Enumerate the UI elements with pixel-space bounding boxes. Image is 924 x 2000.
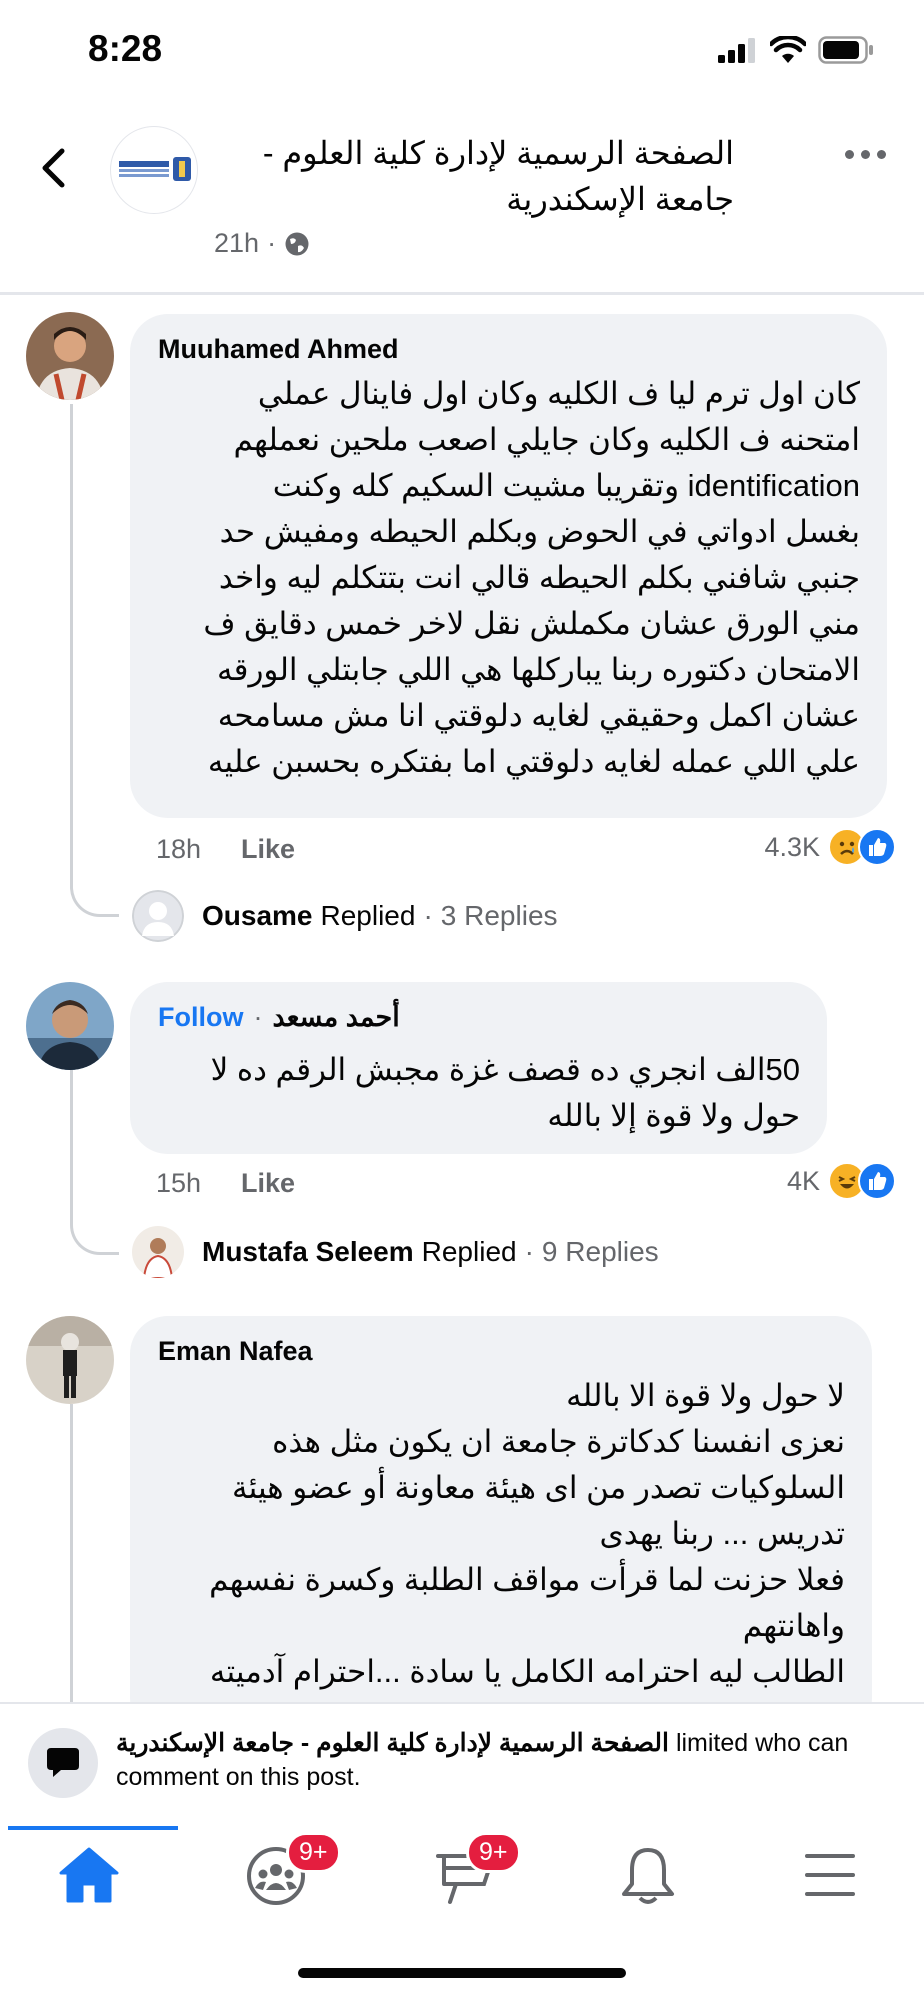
university-logo	[117, 157, 191, 183]
comment-bubble-icon	[28, 1728, 98, 1798]
like-reaction-icon	[858, 828, 896, 866]
post-meta: 21h ·	[214, 228, 310, 259]
home-indicator	[298, 1968, 626, 1978]
thread-curve	[70, 1196, 119, 1255]
reaction-summary[interactable]: 4.3K	[764, 828, 896, 866]
like-label: Like	[241, 1168, 296, 1198]
banner-text: الصفحة الرسمية لإدارة كلية العلوم - جامع…	[116, 1726, 848, 1794]
comment-author[interactable]: Eman Nafea	[158, 1336, 313, 1367]
banner-line-1: الصفحة الرسمية لإدارة كلية العلوم - جامع…	[116, 1726, 848, 1760]
replies-count: 3 Replies	[440, 900, 558, 931]
status-time: 8:28	[88, 28, 163, 69]
bell-icon	[622, 1848, 674, 1904]
dot-separator: ·	[253, 1002, 263, 1032]
follow-button[interactable]: Follow	[158, 1002, 243, 1033]
reaction-count: 4K	[786, 1165, 820, 1196]
replies-link[interactable]: Mustafa Seleem Replied · 9 Replies	[132, 1226, 659, 1278]
back-button[interactable]	[40, 148, 66, 193]
comment-bubble: Follow · أحمد مسعد 50الف انجري ده قصف غز…	[130, 982, 827, 1154]
user-photo	[26, 312, 114, 400]
comment-text: 50الف انجري ده قصف غزة مجبش الرقم ده لا …	[210, 1052, 800, 1133]
replies-link[interactable]: Ousame Replied · 3 Replies	[132, 890, 558, 942]
dot-separator: ·	[524, 1236, 534, 1267]
reaction-count: 4.3K	[764, 831, 820, 862]
comment-time: 18h	[156, 834, 202, 864]
comment-time: 15h	[156, 1168, 202, 1198]
reply-avatar	[132, 890, 184, 942]
page-title[interactable]: الصفحة الرسمية لإدارة كلية العلوم - جامع…	[214, 130, 734, 222]
avatar[interactable]	[26, 982, 114, 1070]
comment-author[interactable]: Muuhamed Ahmed	[158, 334, 399, 365]
comment-bubble: Muuhamed Ahmed كان اول ترم ليا ف الكليه …	[130, 314, 887, 818]
groups-badge: 9+	[286, 1832, 341, 1873]
chevron-left-icon	[42, 148, 65, 188]
reply-author: Mustafa Seleem	[202, 1236, 414, 1267]
reply-avatar	[132, 1226, 184, 1278]
dot-separator: ·	[423, 900, 433, 931]
active-tab-indicator	[8, 1826, 178, 1830]
comment-text: لا حول ولا قوة الا بالله نعزى انفسنا كدك…	[209, 1378, 845, 1689]
signal-icon	[718, 38, 755, 63]
dot-icon	[877, 150, 886, 159]
reply-author: Ousame	[202, 900, 313, 931]
like-button[interactable]: Like	[241, 1168, 295, 1199]
comment-bubble: Eman Nafea لا حول ولا قوة الا بالله نعزى…	[130, 1316, 872, 1736]
replies-count: 9 Replies	[541, 1236, 659, 1267]
banner-message: limited who can	[669, 1729, 849, 1757]
banner-page-name: الصفحة الرسمية لإدارة كلية العلوم - جامع…	[116, 1729, 669, 1757]
header-divider	[0, 292, 924, 295]
reaction-summary[interactable]: 4K	[787, 1162, 896, 1200]
user-photo	[26, 1316, 114, 1404]
home-icon	[59, 1847, 119, 1903]
like-button[interactable]: Like	[241, 834, 295, 865]
avatar[interactable]	[26, 1316, 114, 1404]
page-avatar[interactable]	[110, 126, 198, 214]
banner-line-2: comment on this post.	[116, 1763, 361, 1791]
user-photo	[26, 982, 114, 1070]
status-icons	[718, 36, 874, 64]
tab-groups[interactable]: 9+	[244, 1832, 341, 1911]
like-label: Like	[241, 834, 296, 864]
battery-icon	[818, 36, 873, 64]
comment-author[interactable]: أحمد مسعد	[272, 1002, 399, 1033]
meta-separator: ·	[267, 228, 277, 258]
comment-restriction-banner: الصفحة الرسمية لإدارة كلية العلوم - جامع…	[0, 1702, 924, 1820]
feeds-badge: 9+	[466, 1832, 521, 1873]
avatar[interactable]	[26, 312, 114, 400]
replied-label: Replied	[320, 900, 416, 931]
thread-line	[70, 404, 73, 884]
dot-icon	[861, 150, 870, 159]
dot-icon	[845, 150, 854, 159]
globe-icon	[285, 232, 309, 255]
more-options-button[interactable]	[845, 150, 886, 159]
replied-label: Replied	[421, 1236, 517, 1267]
tab-home[interactable]	[58, 1846, 120, 1909]
comment-text: كان اول ترم ليا ف الكليه وكان اول فاينال…	[203, 376, 860, 779]
thread-curve	[70, 860, 119, 917]
comment-header: Follow · أحمد مسعد	[158, 1002, 400, 1033]
hamburger-menu-icon	[805, 1854, 855, 1896]
tab-notifications[interactable]	[620, 1846, 676, 1911]
post-time: 21h	[214, 228, 260, 258]
thread-line	[70, 1404, 73, 1704]
like-reaction-icon	[858, 1162, 896, 1200]
tab-feeds[interactable]: 9+	[434, 1832, 521, 1911]
tab-menu[interactable]	[804, 1852, 856, 1903]
wifi-icon	[770, 36, 806, 63]
